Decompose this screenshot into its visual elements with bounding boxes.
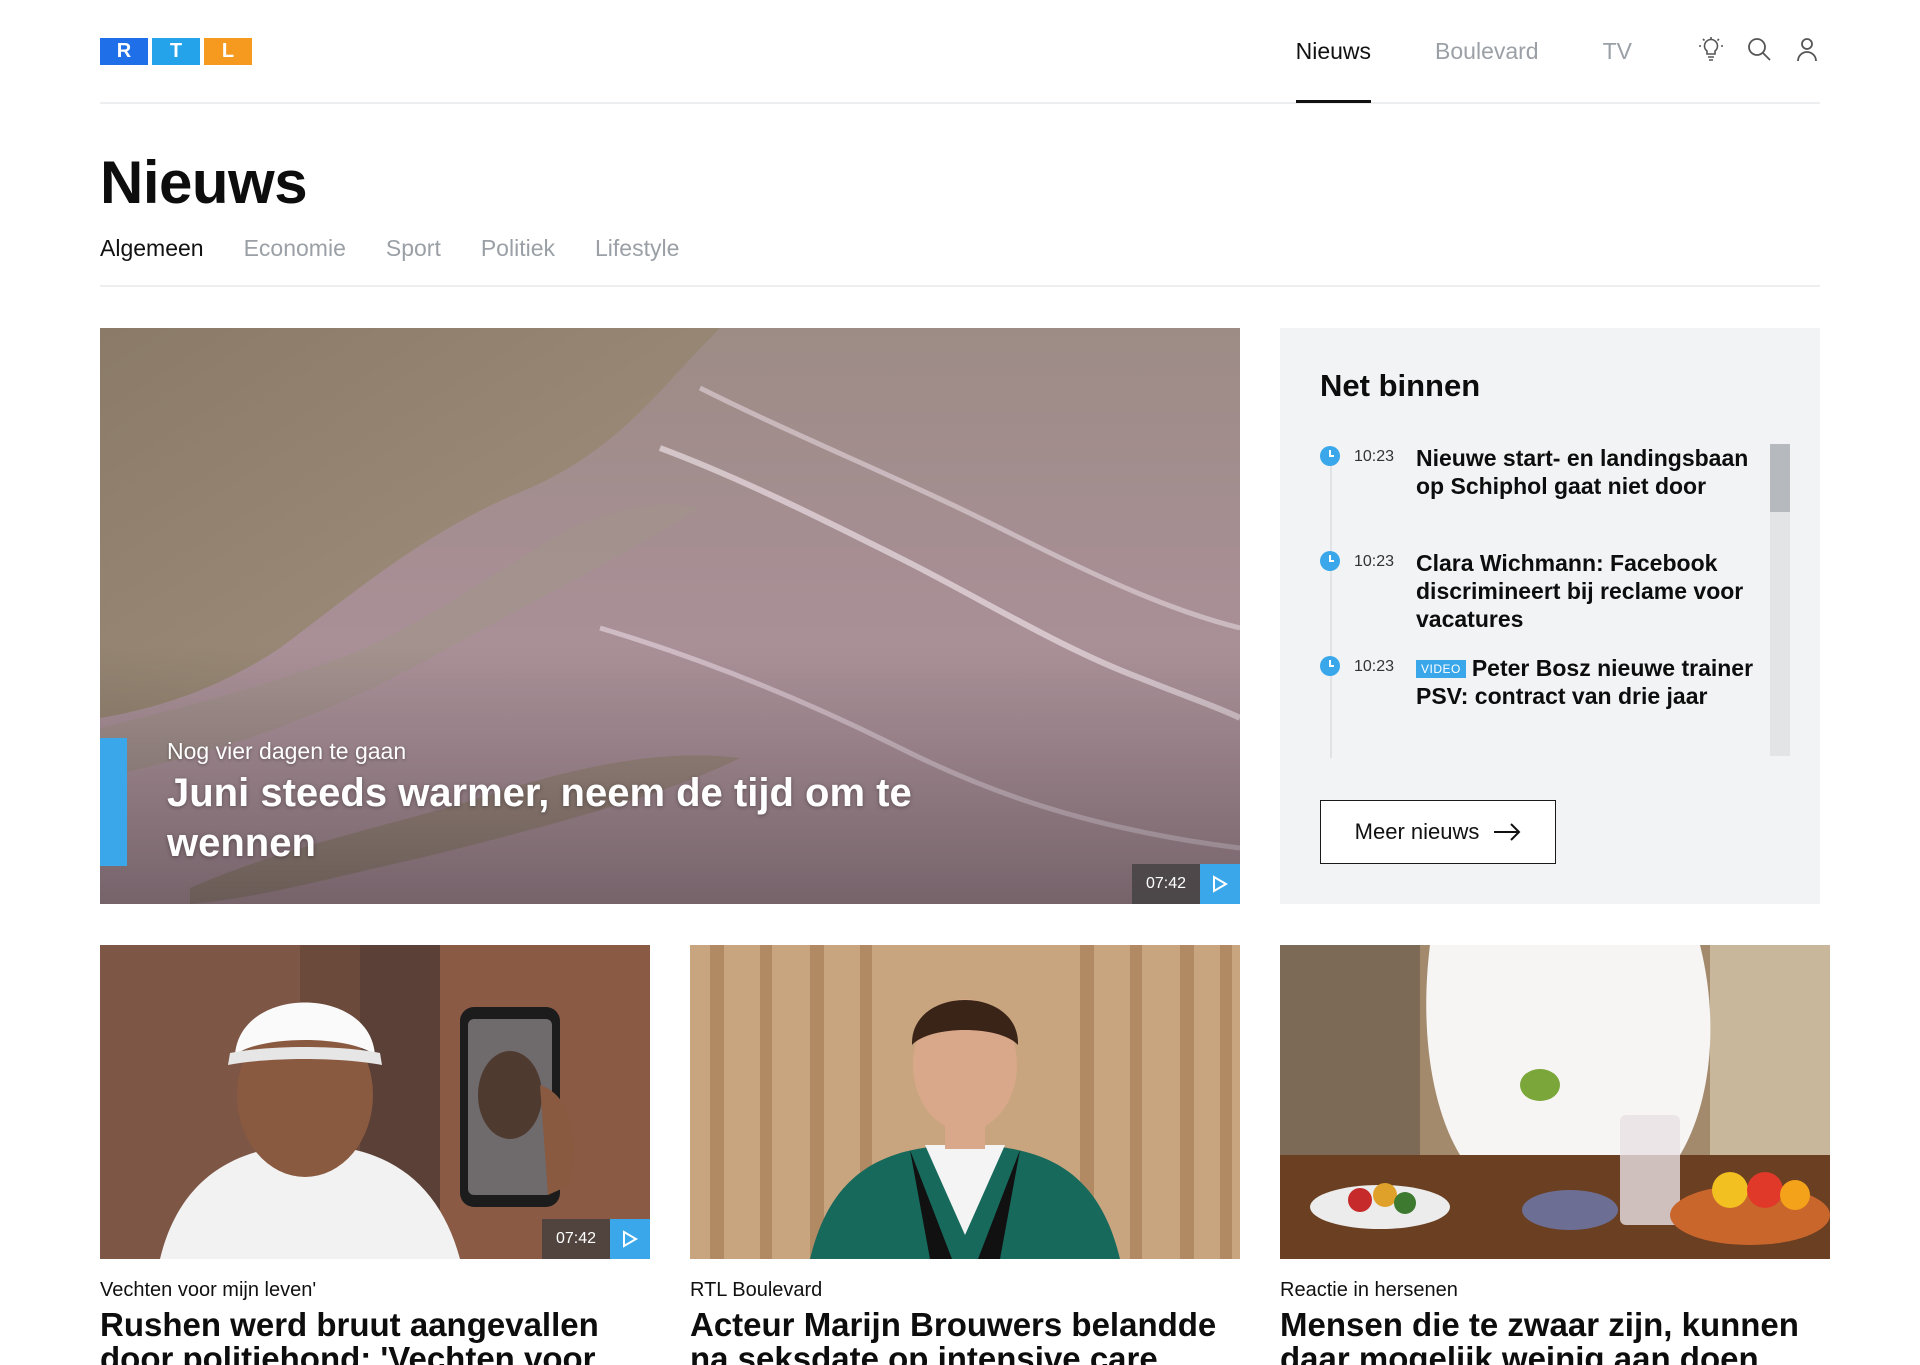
rtl-logo[interactable]: R T L <box>100 38 252 65</box>
list-item-time: 10:23 <box>1354 658 1395 675</box>
category-tab-algemeen[interactable]: Algemeen <box>100 235 204 285</box>
card-image[interactable] <box>690 945 1240 1259</box>
nav-item-nieuws[interactable]: Nieuws <box>1295 38 1372 103</box>
card-title[interactable]: Acteur Marijn Brouwers belandde na seksd… <box>690 1308 1240 1365</box>
hero-article[interactable]: Nog vier dagen te gaan Juni steeds warme… <box>100 328 1240 904</box>
hero-accent-bar <box>100 738 127 866</box>
net-binnen-scrollbar[interactable] <box>1770 444 1790 756</box>
clock-icon <box>1320 551 1340 571</box>
card-video-duration[interactable]: 07:42 <box>541 1219 650 1259</box>
card-image[interactable]: 07:42 <box>100 945 650 1259</box>
category-tab-economie[interactable]: Economie <box>244 235 346 285</box>
meer-nieuws-button[interactable]: Meer nieuws <box>1320 800 1556 864</box>
category-nav: Algemeen Economie Sport Politiek Lifesty… <box>100 235 1820 287</box>
lightbulb-icon[interactable] <box>1698 36 1724 62</box>
meer-nieuws-label: Meer nieuws <box>1354 819 1480 844</box>
main-nav: Nieuws Boulevard TV <box>1295 38 1632 103</box>
play-icon[interactable] <box>610 1219 650 1259</box>
card-title[interactable]: Mensen die te zwaar zijn, kunnen daar mo… <box>1280 1308 1830 1365</box>
site-header: R T L Nieuws Boulevard TV <box>100 0 1820 104</box>
scrollbar-thumb[interactable] <box>1770 444 1790 512</box>
article-card[interactable]: RTL Boulevard Acteur Marijn Brouwers bel… <box>690 945 1240 1365</box>
card-kicker: Reactie in hersenen <box>1280 1279 1458 1301</box>
header-actions <box>1698 36 1820 62</box>
portrait-image <box>100 945 650 1259</box>
arrow-right-icon <box>1494 823 1521 841</box>
list-item-headline-text: Peter Bosz nieuwe trainer PSV: contract … <box>1416 655 1754 709</box>
net-binnen-panel: Net binnen 10:23 Nieuwe start- en landin… <box>1280 328 1820 904</box>
logo-letter-l: L <box>204 38 252 65</box>
list-item-headline[interactable]: Nieuwe start- en landingsbaan op Schipho… <box>1416 444 1756 500</box>
article-card[interactable]: 07:42 Vechten voor mijn leven' Rushen we… <box>100 945 650 1365</box>
nav-item-tv[interactable]: TV <box>1603 38 1632 65</box>
video-duration-text: 07:42 <box>1131 864 1200 904</box>
card-kicker: RTL Boulevard <box>690 1279 823 1301</box>
list-item-time: 10:23 <box>1354 448 1395 465</box>
nav-item-boulevard[interactable]: Boulevard <box>1435 38 1539 65</box>
user-icon[interactable] <box>1794 36 1820 62</box>
category-tab-politiek[interactable]: Politiek <box>481 235 555 285</box>
page-title: Nieuws <box>100 149 308 216</box>
list-item-time: 10:23 <box>1354 553 1395 570</box>
timeline-line <box>1330 458 1332 758</box>
video-badge: VIDEO <box>1416 660 1466 678</box>
list-item-headline[interactable]: VIDEO Peter Bosz nieuwe trainer PSV: cont… <box>1416 654 1756 710</box>
net-binnen-list: 10:23 Nieuwe start- en landingsbaan op S… <box>1320 444 1753 758</box>
play-icon[interactable] <box>1200 864 1240 904</box>
hero-video-duration[interactable]: 07:42 <box>1131 864 1240 904</box>
net-binnen-title: Net binnen <box>1320 368 1481 403</box>
portrait-image <box>690 945 1240 1259</box>
card-kicker: Vechten voor mijn leven' <box>100 1279 317 1301</box>
category-tab-lifestyle[interactable]: Lifestyle <box>595 235 679 285</box>
logo-letter-t: T <box>152 38 200 65</box>
card-image[interactable] <box>1280 945 1830 1259</box>
category-tab-sport[interactable]: Sport <box>386 235 441 285</box>
hero-title[interactable]: Juni steeds warmer, neem de tijd om te w… <box>167 768 1027 868</box>
video-duration-text: 07:42 <box>541 1219 610 1259</box>
article-card[interactable]: Reactie in hersenen Mensen die te zwaar … <box>1280 945 1830 1365</box>
list-item-headline[interactable]: Clara Wichmann: Facebook discrimineert b… <box>1416 549 1756 633</box>
clock-icon <box>1320 446 1340 466</box>
clock-icon <box>1320 656 1340 676</box>
card-title[interactable]: Rushen werd bruut aangevallen door polit… <box>100 1308 650 1365</box>
logo-letter-r: R <box>100 38 148 65</box>
hero-kicker: Nog vier dagen te gaan <box>167 738 407 764</box>
search-icon[interactable] <box>1746 36 1772 62</box>
kitchen-image <box>1280 945 1830 1259</box>
